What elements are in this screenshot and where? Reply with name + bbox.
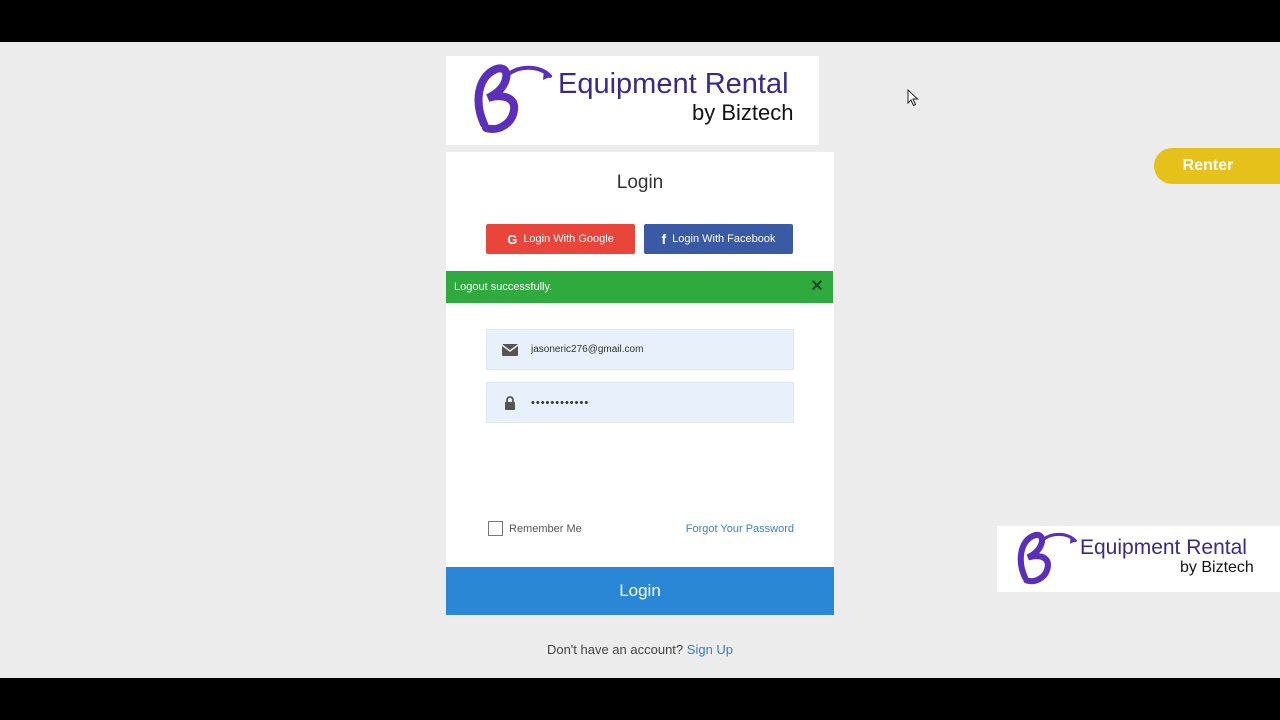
alert-message: Logout successfully. [454,281,553,293]
google-icon: G [507,231,518,247]
success-alert: Logout successfully. ✕ [446,271,833,303]
login-title: Login [616,172,664,193]
remember-me[interactable]: Remember Me [488,521,582,536]
remember-me-label: Remember Me [509,522,582,535]
renter-tab[interactable]: Renter [1154,148,1280,184]
forgot-password-link[interactable]: Forgot Your Password [686,523,794,535]
page-background: Equipment Rental by Biztech Login G Logi… [0,42,1280,678]
close-icon[interactable]: ✕ [809,279,825,295]
google-button-label: Login With Google [523,233,614,245]
brand-title: Equipment Rental [558,68,789,100]
b-logo-icon [1017,531,1077,585]
login-submit-button[interactable]: Login [446,567,834,615]
login-card: Login G Login With Google f Login With F… [446,152,834,615]
password-input[interactable] [531,383,781,422]
envelope-icon [501,344,519,356]
brand-subtitle: by Biztech [692,100,794,125]
password-field [486,382,794,423]
brand-watermark-logo: Equipment Rental by Biztech [997,526,1280,592]
signup-prompt: Don't have an account? [546,642,684,657]
login-with-facebook-button[interactable]: f Login With Facebook [644,224,793,254]
email-field [486,329,794,370]
signup-line: Don't have an account? Sign Up [446,642,834,657]
facebook-button-label: Login With Facebook [672,233,776,245]
lock-icon [505,396,515,410]
cursor-icon [907,89,919,107]
watermark-brand-title: Equipment Rental [1080,536,1247,559]
brand-logo: Equipment Rental by Biztech [446,56,819,145]
email-input[interactable] [531,330,781,369]
watermark-brand-subtitle: by Biztech [1180,559,1254,576]
signup-link[interactable]: Sign Up [687,642,733,657]
b-logo-icon [474,64,552,133]
facebook-icon: f [661,231,667,247]
remember-me-checkbox[interactable] [488,521,503,536]
login-with-google-button[interactable]: G Login With Google [486,224,635,254]
